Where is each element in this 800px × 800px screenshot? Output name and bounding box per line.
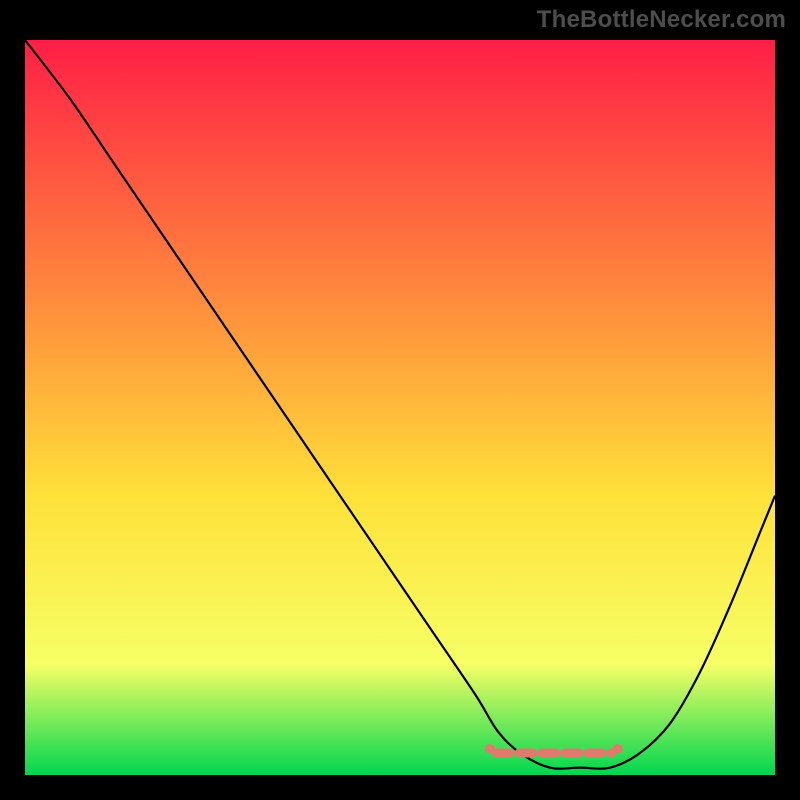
plot-area [25,40,775,775]
bottleneck-chart-svg [25,40,775,775]
chart-frame: TheBottleNecker.com [0,0,800,800]
gradient-background [25,40,775,775]
attribution-label: TheBottleNecker.com [537,6,786,34]
